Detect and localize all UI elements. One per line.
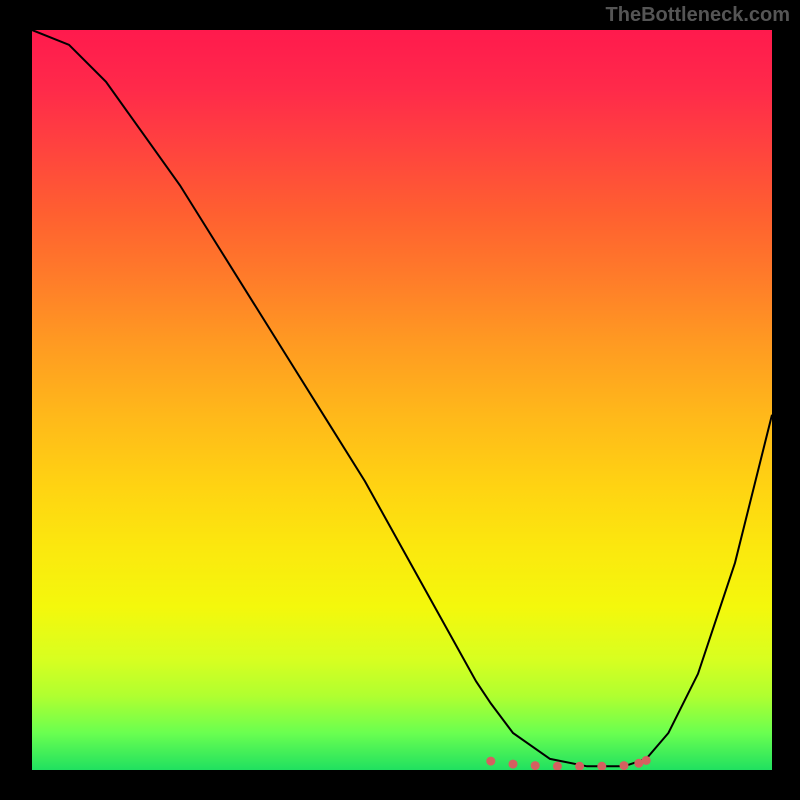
highlight-dot xyxy=(509,760,518,769)
watermark-text: TheBottleneck.com xyxy=(606,4,790,27)
highlight-dot xyxy=(575,762,584,770)
highlight-dot xyxy=(553,762,562,770)
highlight-dot xyxy=(531,761,540,770)
chart-curve-layer xyxy=(32,30,772,770)
bottleneck-curve xyxy=(32,30,772,766)
highlight-dot xyxy=(597,762,606,770)
chart-plot-area xyxy=(32,30,772,770)
highlight-dot xyxy=(642,756,651,765)
highlight-dot xyxy=(486,757,495,766)
highlight-dot xyxy=(620,761,629,770)
